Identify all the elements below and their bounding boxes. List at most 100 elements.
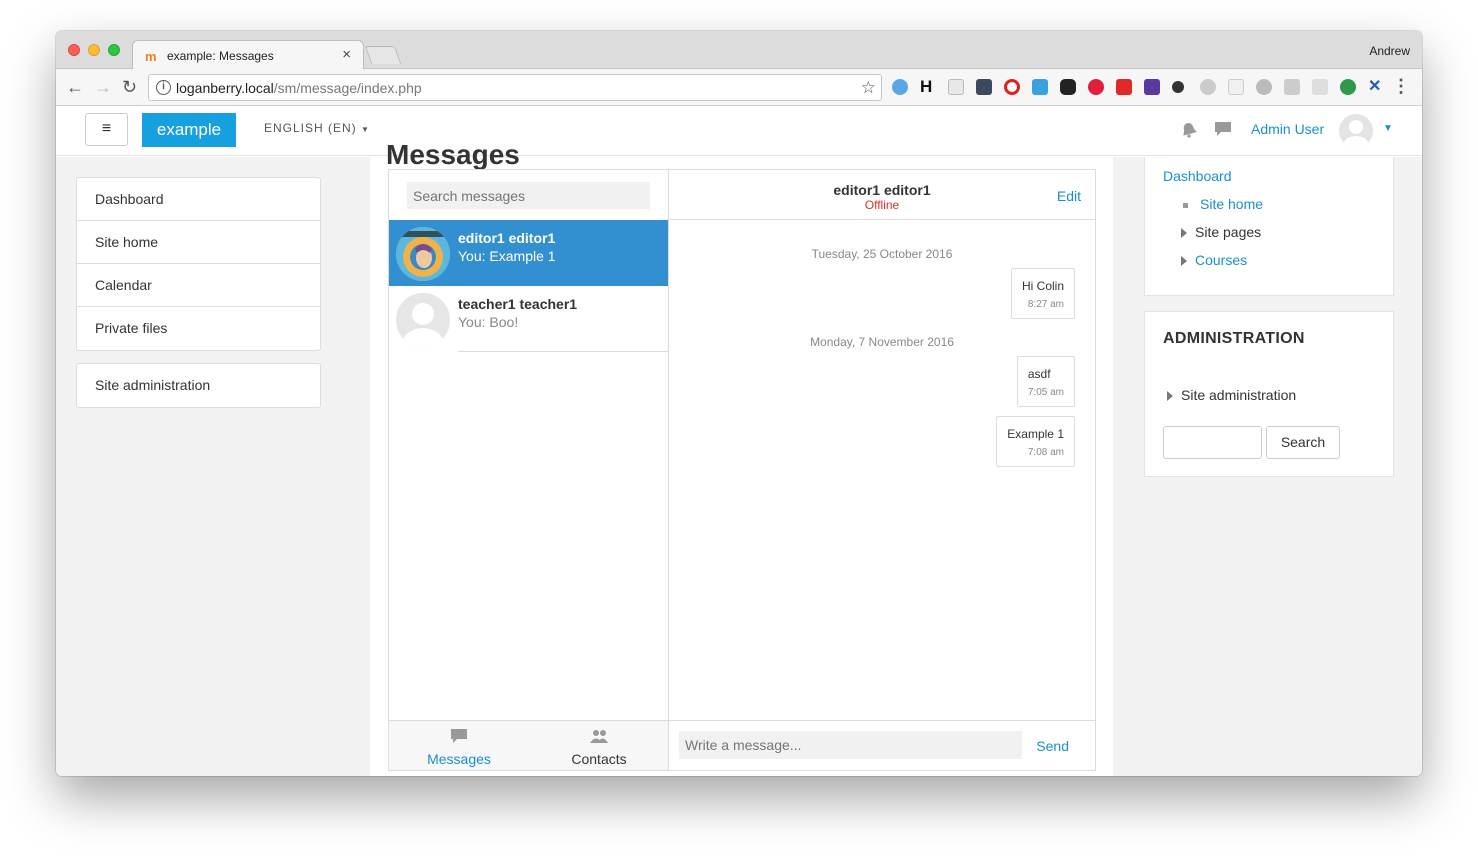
message-composer: Send xyxy=(669,720,1095,770)
main-nav-list: Dashboard Site home Calendar Private fil… xyxy=(76,177,321,351)
block-title: ADMINISTRATION xyxy=(1163,330,1305,347)
tab-contacts[interactable]: Contacts xyxy=(539,727,659,767)
extension-dots-icon[interactable] xyxy=(976,79,992,95)
nav-item-site-home[interactable]: Site home xyxy=(77,221,320,264)
extension-reddit-icon[interactable] xyxy=(1200,79,1216,95)
chat-area: editor1 editor1 Offline Edit Tuesday, 25… xyxy=(669,170,1095,770)
admin-tree-site-administration[interactable]: Site administration xyxy=(1167,387,1296,403)
navigation-block: Dashboard Site home Site pages Courses xyxy=(1144,157,1394,296)
conversation-item[interactable]: teacher1 teacher1 You: Boo! xyxy=(389,286,668,352)
bullet-icon xyxy=(1183,202,1188,208)
extension-github-icon[interactable] xyxy=(1172,81,1184,93)
contacts-icon xyxy=(590,730,608,743)
admin-nav-list: Site administration xyxy=(76,363,321,408)
user-menu-name[interactable]: Admin User xyxy=(1251,121,1324,137)
nav-tree-dashboard[interactable]: Dashboard xyxy=(1163,168,1232,184)
expand-arrow-icon xyxy=(1167,391,1173,402)
extension-pinterest-icon[interactable] xyxy=(1088,79,1104,95)
browser-menu-icon[interactable]: ⋮ xyxy=(1392,76,1410,97)
message-bubble: Example 1 7:08 am xyxy=(996,416,1075,467)
extension-opera-icon[interactable] xyxy=(1004,79,1020,95)
nav-item-dashboard[interactable]: Dashboard xyxy=(77,178,320,221)
notification-bell-icon[interactable] xyxy=(1181,122,1197,138)
message-text: Hi Colin xyxy=(1021,279,1064,293)
url-text[interactable]: loganberry.local/sm/message/index.php xyxy=(176,80,422,96)
search-messages-input[interactable] xyxy=(407,182,650,209)
back-arrow-icon[interactable]: ← xyxy=(66,77,84,98)
extension-purple-icon[interactable] xyxy=(1144,79,1160,95)
moodle-favicon-icon: m xyxy=(145,49,157,64)
browser-tab[interactable]: m example: Messages × xyxy=(132,40,364,70)
extension-doc-icon[interactable] xyxy=(948,79,964,95)
address-bar[interactable]: i loganberry.local/sm/message/index.php … xyxy=(148,74,882,101)
conversation-preview: You: Boo! xyxy=(458,314,519,330)
site-brand[interactable]: example xyxy=(142,113,236,147)
minimize-window-button[interactable] xyxy=(88,44,100,56)
menu-toggle-button[interactable]: ≡ xyxy=(85,113,128,146)
extension-s-icon[interactable] xyxy=(1032,79,1048,95)
zoom-window-button[interactable] xyxy=(108,44,120,56)
message-text: Example 1 xyxy=(1007,427,1064,441)
new-tab-button[interactable] xyxy=(364,46,402,64)
tab-messages-label: Messages xyxy=(427,751,491,767)
message-bubble: Hi Colin 8:27 am xyxy=(1010,268,1075,319)
conversation-name: editor1 editor1 xyxy=(458,230,556,246)
message-time: 8:27 am xyxy=(1027,299,1064,310)
conversation-name: teacher1 teacher1 xyxy=(458,296,578,312)
chat-header: editor1 editor1 Offline Edit xyxy=(669,170,1095,220)
extension-circle-icon[interactable] xyxy=(1256,79,1272,95)
avatar xyxy=(396,227,450,281)
nav-item-site-administration[interactable]: Site administration xyxy=(77,364,320,407)
extension-gray-icon[interactable] xyxy=(1312,79,1328,95)
tab-title: example: Messages xyxy=(167,49,274,63)
extension-glasses-icon[interactable] xyxy=(1060,79,1076,95)
extension-x-icon[interactable]: ✕ xyxy=(1368,79,1384,95)
tab-contacts-label: Contacts xyxy=(571,751,627,767)
close-window-button[interactable] xyxy=(68,44,80,56)
browser-profile-name[interactable]: Andrew xyxy=(1369,44,1410,58)
extension-compass-icon[interactable] xyxy=(892,79,908,95)
edit-button[interactable]: Edit xyxy=(1057,188,1081,204)
nav-item-calendar[interactable]: Calendar xyxy=(77,264,320,307)
admin-search-button[interactable]: Search xyxy=(1266,426,1340,459)
info-icon[interactable]: i xyxy=(156,80,171,95)
administration-block: ADMINISTRATION Site administration Searc… xyxy=(1144,311,1394,477)
divider xyxy=(458,351,668,352)
user-avatar[interactable] xyxy=(1339,114,1373,148)
site-header: ≡ example ENGLISH (EN) ▼ Admin User ▼ xyxy=(56,106,1422,156)
message-input[interactable] xyxy=(679,731,1022,759)
extension-red-icon[interactable] xyxy=(1116,79,1132,95)
language-selector[interactable]: ENGLISH (EN) ▼ xyxy=(264,121,370,135)
nav-item-private-files[interactable]: Private files xyxy=(77,307,320,350)
messages-icon xyxy=(451,729,467,743)
tab-messages[interactable]: Messages xyxy=(399,727,519,767)
reload-icon[interactable]: ↻ xyxy=(122,77,137,98)
tab-close-icon[interactable]: × xyxy=(342,46,351,63)
message-time: 7:05 am xyxy=(1027,387,1064,398)
conversation-item[interactable]: editor1 editor1 You: Example 1 xyxy=(389,220,668,286)
message-text: asdf xyxy=(1027,367,1051,381)
user-menu-caret-icon[interactable]: ▼ xyxy=(1383,123,1393,134)
avatar xyxy=(396,293,450,347)
extension-globe-icon[interactable] xyxy=(1340,79,1356,95)
chat-contact-name: editor1 editor1 xyxy=(833,182,931,198)
expand-arrow-icon xyxy=(1181,256,1187,267)
nav-tree-site-home[interactable]: Site home xyxy=(1181,196,1263,212)
nav-tree-site-pages[interactable]: Site pages xyxy=(1181,224,1261,240)
tab-bar: m example: Messages × Andrew xyxy=(56,31,1422,70)
page-title: Messages xyxy=(386,139,520,170)
send-button[interactable]: Send xyxy=(1036,738,1069,754)
extension-h-icon[interactable]: H xyxy=(920,78,936,95)
conversation-preview: You: Example 1 xyxy=(458,248,556,264)
nav-tree-courses[interactable]: Courses xyxy=(1181,252,1247,268)
admin-search-input[interactable] xyxy=(1163,426,1262,459)
message-bubble: asdf 7:05 am xyxy=(1016,356,1075,407)
gutter xyxy=(340,157,370,776)
extension-blank-icon[interactable] xyxy=(1228,79,1244,95)
messages-icon[interactable] xyxy=(1214,121,1232,137)
bookmark-star-icon[interactable]: ☆ xyxy=(861,78,876,98)
browser-window: m example: Messages × Andrew ← → ↻ i log… xyxy=(56,31,1422,776)
extension-drive-icon[interactable] xyxy=(1284,79,1300,95)
forward-arrow-icon[interactable]: → xyxy=(94,77,112,98)
messaging-panel: editor1 editor1 You: Example 1 teacher1 … xyxy=(388,169,1096,771)
